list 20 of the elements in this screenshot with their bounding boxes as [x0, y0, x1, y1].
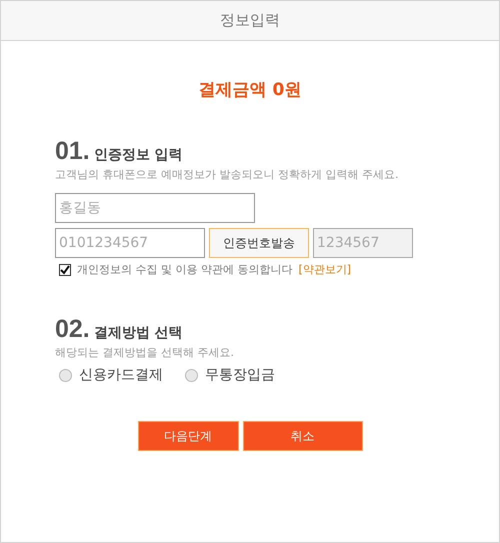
section-description: 해당되는 결제방법을 선택해 주세요.: [55, 345, 235, 360]
cancel-button[interactable]: 취소: [242, 421, 362, 451]
section-number: 01.: [55, 137, 90, 166]
radio-label: 신용카드결제: [79, 366, 163, 384]
section-description: 고객님의 휴대폰으로 예매정보가 발송되오니 정확하게 입력해 주세요.: [55, 167, 400, 182]
terms-link[interactable]: [약관보기]: [298, 262, 352, 277]
radio-button[interactable]: [185, 368, 198, 382]
radio-label: 무통장입금: [205, 366, 275, 384]
consent-label: 개인정보의 수집 및 이용 약관에 동의합니다: [77, 262, 292, 277]
send-code-button[interactable]: 인증번호발송: [209, 228, 309, 258]
section-title: 결제방법 선택: [94, 324, 183, 342]
radio-button[interactable]: [59, 368, 72, 382]
consent-checkbox[interactable]: [59, 264, 71, 276]
phone-field[interactable]: 0101234567: [55, 228, 205, 258]
section-title: 인증정보 입력: [94, 146, 183, 164]
window-title: 정보입력: [1, 1, 499, 41]
section-number: 02.: [55, 315, 90, 344]
next-button[interactable]: 다음단계: [138, 421, 238, 451]
name-field[interactable]: 홍길동: [55, 193, 255, 223]
payment-amount: 결제금액 0원: [198, 79, 302, 101]
